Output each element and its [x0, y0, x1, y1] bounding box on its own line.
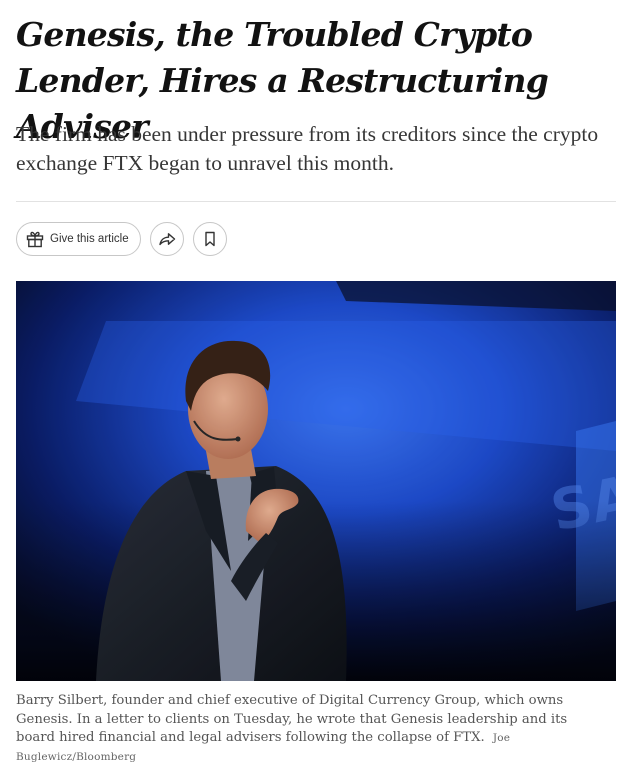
article-summary: The firm has been under pressure from it… — [16, 122, 599, 175]
give-article-label: Give this article — [50, 233, 129, 245]
photo-caption: Barry Silbert, founder and chief executi… — [16, 692, 596, 766]
headline: Genesis, the Troubled Crypto Lender, Hir… — [16, 15, 549, 146]
share-button[interactable] — [150, 222, 184, 256]
bookmark-icon — [200, 229, 220, 249]
give-article-button[interactable]: Give this article — [16, 222, 141, 256]
divider — [16, 201, 616, 202]
article-photo: SA — [16, 281, 616, 681]
caption-text: Barry Silbert, founder and chief executi… — [16, 693, 568, 745]
share-toolbar: Give this article — [16, 222, 227, 256]
share-arrow-icon — [157, 229, 177, 249]
save-button[interactable] — [193, 222, 227, 256]
gift-icon — [25, 229, 45, 249]
article-header: Genesis, the Troubled Crypto Lender, Hir… — [16, 0, 616, 763]
